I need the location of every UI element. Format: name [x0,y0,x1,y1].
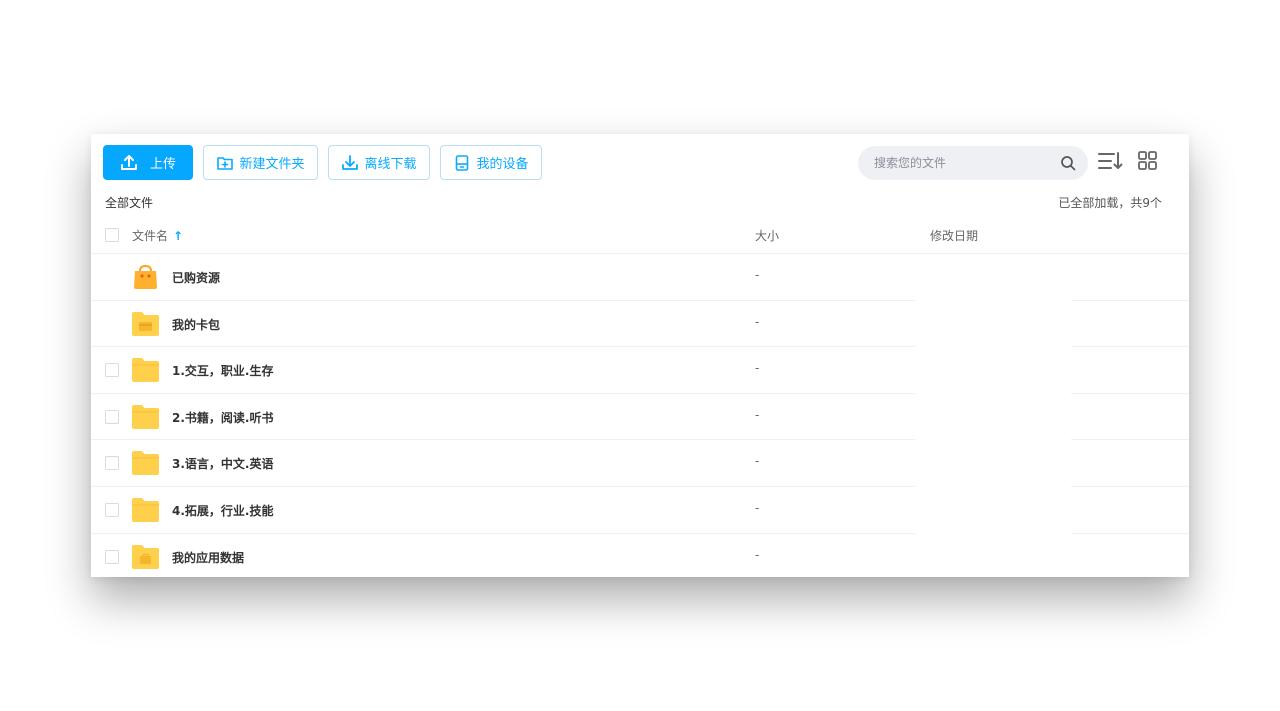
table-row[interactable]: 1.交互，职业.生存 - [91,347,1189,394]
file-size: - [755,500,760,515]
row-checkbox[interactable] [105,549,119,564]
row-checkbox[interactable] [105,363,119,378]
column-name-header[interactable]: 文件名 ↑ [132,227,183,244]
row-checkbox[interactable] [105,409,119,424]
file-name[interactable]: 我的卡包 [172,316,220,333]
upload-button[interactable]: 上传 [103,145,193,180]
offline-download-label: 离线下载 [364,157,417,172]
select-all-checkbox[interactable] [105,228,119,242]
sort-ascending-icon: ↑ [173,228,184,243]
device-icon [456,154,469,171]
card-folder-icon [132,311,159,336]
file-size: - [755,314,760,329]
table-row[interactable]: 我的卡包 - [91,301,1189,348]
search-icon[interactable] [1060,155,1076,171]
table-row[interactable]: 2.书籍，阅读.听书 - [91,394,1189,441]
file-name[interactable]: 已购资源 [172,269,220,286]
column-size-header[interactable]: 大小 [755,227,779,244]
new-folder-icon [217,156,234,170]
table-row[interactable]: 我的应用数据 - [91,534,1189,577]
file-name[interactable]: 4.拓展，行业.技能 [172,502,273,519]
file-list: 已购资源 - 我的卡包 - 1.交互，职业.生存 - 2.书籍，阅读.听书 - … [91,254,1189,577]
search-input[interactable] [874,156,1044,170]
download-icon [342,154,359,170]
file-size: - [755,454,760,469]
file-name[interactable]: 2.书籍，阅读.听书 [172,409,273,426]
grid-view-icon[interactable] [1137,150,1159,172]
search-box [858,146,1088,180]
file-size: - [755,407,760,422]
row-checkbox[interactable] [105,502,119,517]
folder-icon [132,358,159,383]
row-checkbox[interactable] [105,456,119,471]
file-size: - [755,547,760,562]
folder-icon [132,451,159,476]
folder-icon [132,497,159,522]
file-size: - [755,268,760,282]
offline-download-button[interactable]: 离线下载 [328,145,430,180]
loaded-status: 已全部加载，共9个 [1058,196,1162,210]
my-devices-button[interactable]: 我的设备 [440,145,542,180]
sort-icon[interactable] [1098,150,1124,172]
file-size: - [755,361,760,376]
folder-icon [132,404,159,429]
file-name[interactable]: 1.交互，职业.生存 [172,362,273,379]
upload-icon [120,154,137,170]
file-manager-window: 上传 新建文件夹 离线下载 我的设备 搜索您的文件 全部文件 已全部加载，共9个… [91,134,1189,577]
breadcrumb[interactable]: 全部文件 [105,194,153,211]
table-row[interactable]: 3.语言，中文.英语 - [91,440,1189,487]
file-name[interactable]: 3.语言，中文.英语 [172,455,273,472]
my-devices-label: 我的设备 [476,157,529,172]
column-name-label: 文件名 [132,229,169,243]
purchased-bag-icon [134,264,157,289]
new-folder-button[interactable]: 新建文件夹 [203,145,318,180]
table-row[interactable]: 4.拓展，行业.技能 - [91,487,1189,534]
column-modified-header[interactable]: 修改日期 [930,227,978,244]
table-header: 文件名 ↑ 大小 修改日期 [91,220,1189,254]
app-data-folder-icon [132,544,159,569]
file-name[interactable]: 我的应用数据 [172,549,244,566]
new-folder-label: 新建文件夹 [239,157,305,172]
table-row[interactable]: 已购资源 - [91,254,1189,301]
toolbar: 上传 新建文件夹 离线下载 我的设备 [91,134,1189,190]
upload-label: 上传 [149,157,176,172]
